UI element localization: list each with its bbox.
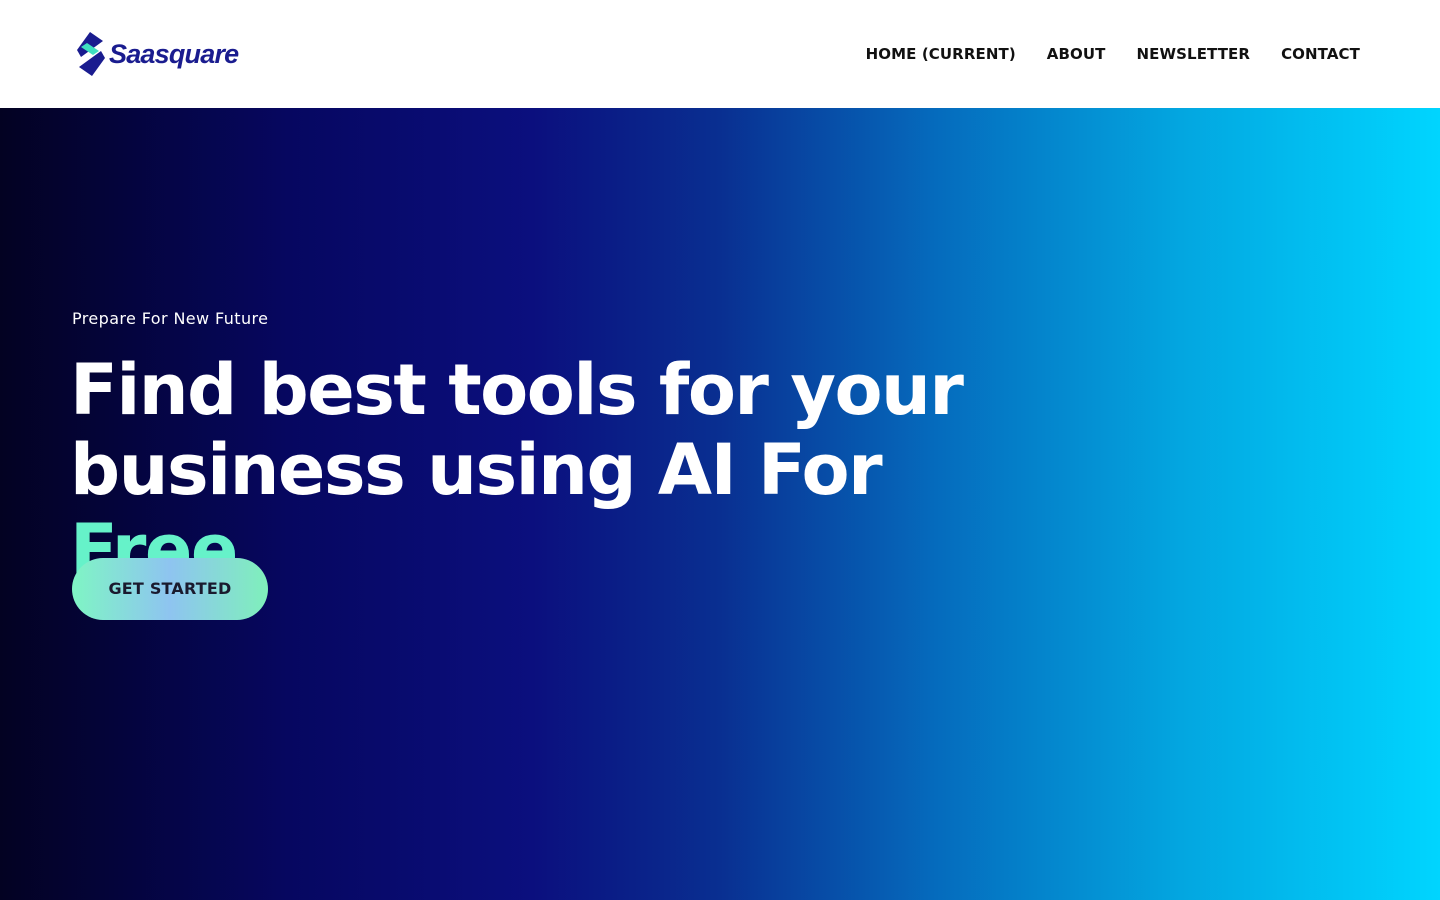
nav-home[interactable]: HOME (CURRENT)	[866, 40, 1016, 68]
nav-about[interactable]: ABOUT	[1047, 40, 1106, 68]
saasquare-logo[interactable]: Saasquare	[77, 32, 239, 76]
stacked-s-logo-icon	[77, 32, 105, 76]
hero-section: Prepare For New Future Find best tools f…	[0, 108, 1440, 900]
site-header: Saasquare HOME (CURRENT) ABOUT NEWSLETTE…	[0, 0, 1440, 108]
get-started-button[interactable]: GET STARTED	[72, 558, 268, 620]
hero-title-line2: business using AI For	[70, 429, 883, 511]
hero-eyebrow: Prepare For New Future	[72, 309, 269, 328]
nav-contact[interactable]: CONTACT	[1281, 40, 1360, 68]
main-nav: HOME (CURRENT) ABOUT NEWSLETTER CONTACT	[866, 40, 1360, 68]
hero-title: Find best tools for your business using …	[70, 350, 1070, 590]
nav-newsletter[interactable]: NEWSLETTER	[1137, 40, 1251, 68]
brand-name: Saasquare	[109, 39, 239, 69]
hero-title-line1: Find best tools for your	[70, 349, 964, 431]
